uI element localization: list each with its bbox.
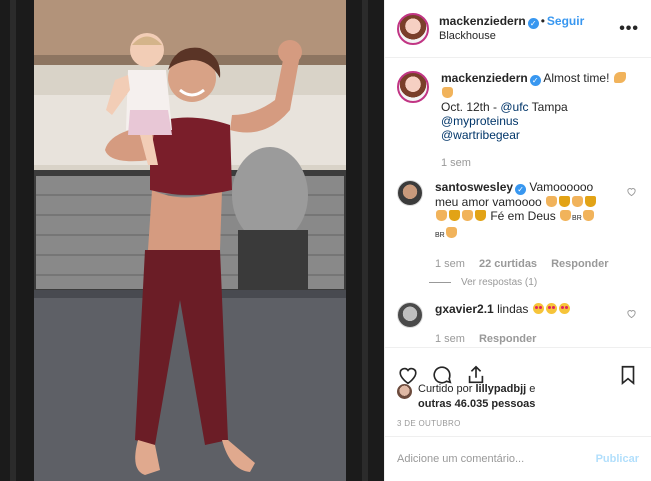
folded-hands-emoji-icon: [546, 196, 558, 207]
comment-text: lindas: [497, 302, 529, 316]
post-side-panel: mackenziedern ✓ • Seguir Blackhouse ••• mac…: [384, 0, 651, 481]
folded-hands-emoji-icon: [560, 210, 572, 221]
comment-time[interactable]: 1 sem: [435, 257, 465, 271]
comment-body: gxavier2.1 lindas 1 sem Responder: [435, 302, 639, 346]
comment-likes-count[interactable]: 22 curtidas: [479, 257, 537, 271]
verified-icon: ✓: [527, 18, 539, 29]
caption-time[interactable]: 1 sem: [441, 156, 471, 170]
comment-username[interactable]: santoswesley: [435, 180, 513, 194]
heart-eyes-emoji-icon: [545, 303, 557, 314]
comment-input[interactable]: [397, 453, 596, 465]
likes-summary: Curtido por lillypadbjj e outras 46.035 …: [397, 382, 639, 412]
replies-divider: [429, 282, 451, 283]
folded-hands-emoji-icon: [445, 227, 457, 238]
comment-text-b: meu amor vamoooo: [435, 195, 542, 209]
liker-username[interactable]: lillypadbjj: [475, 383, 526, 395]
verified-icon: ✓: [515, 184, 527, 195]
caption: mackenziedern ✓ Almost time! Oct. 12th - …: [397, 71, 639, 170]
gym-photo-illustration: [0, 0, 384, 481]
comment-username[interactable]: gxavier2.1: [435, 302, 494, 316]
folded-hands-emoji-icon: [582, 210, 594, 221]
folded-hands-emoji-icon: [442, 87, 453, 98]
folded-hands-emoji-icon: [436, 210, 447, 221]
commenter-avatar[interactable]: [397, 180, 423, 206]
likes-text: Curtido por lillypadbjj e outras 46.035 …: [418, 382, 535, 412]
folded-hands-emoji-icon: [462, 210, 473, 221]
heart-eyes-emoji-icon: [532, 303, 544, 314]
comments-list[interactable]: mackenziedern ✓ Almost time! Oct. 12th - …: [385, 59, 651, 346]
post-date[interactable]: 3 DE OUTUBRO: [397, 419, 461, 428]
likes-mid: e: [526, 383, 536, 395]
reply-button[interactable]: Responder: [551, 257, 608, 271]
comment-meta: 1 sem 22 curtidas Responder: [435, 257, 639, 271]
comment-item: gxavier2.1 lindas 1 sem Responder: [397, 302, 639, 346]
caption-city: Tampa: [528, 100, 568, 114]
publish-button[interactable]: Publicar: [596, 453, 639, 465]
view-replies-button[interactable]: Ver respostas (1): [429, 277, 639, 288]
reply-button[interactable]: Responder: [479, 332, 536, 346]
mention-myproteinus[interactable]: @myproteinus: [441, 114, 519, 128]
mention-ufc[interactable]: @ufc: [500, 100, 528, 114]
verified-icon: ✓: [529, 75, 541, 86]
caption-meta: 1 sem: [441, 156, 639, 170]
heart-eyes-emoji-icon: [558, 303, 570, 314]
post-header: mackenziedern ✓ • Seguir Blackhouse •••: [385, 0, 651, 58]
caption-text: Almost time!: [543, 71, 610, 85]
post-photo[interactable]: [0, 0, 384, 481]
author-info: mackenziedern ✓ • Seguir Blackhouse: [439, 14, 619, 43]
caption-date-text: Oct. 12th -: [441, 100, 501, 114]
others-likes-link[interactable]: outras 46.035 pessoas: [418, 398, 535, 410]
trophy-emoji-icon: [559, 196, 571, 207]
brazil-flag-emoji-icon: BR: [435, 232, 445, 239]
comment-time[interactable]: 1 sem: [435, 332, 465, 346]
follow-button[interactable]: Seguir: [547, 14, 584, 28]
commenter-avatar[interactable]: [397, 302, 423, 328]
mention-wartribegear[interactable]: @wartribegear: [441, 128, 520, 142]
add-comment-bar: Publicar: [385, 436, 651, 481]
comment-heart-icon[interactable]: [626, 186, 637, 197]
comment-meta: 1 sem Responder: [435, 332, 639, 346]
author-username[interactable]: mackenziedern: [439, 14, 526, 28]
caption-body: mackenziedern ✓ Almost time! Oct. 12th - …: [441, 71, 639, 170]
likes-prefix: Curtido por: [418, 383, 476, 395]
liker-avatar[interactable]: [397, 384, 412, 399]
post-location[interactable]: Blackhouse: [439, 29, 619, 43]
trophy-emoji-icon: [475, 210, 486, 221]
trophy-emoji-icon: [585, 196, 597, 207]
trophy-emoji-icon: [449, 210, 460, 221]
brazil-flag-emoji-icon: BR: [572, 215, 582, 222]
instagram-post: mackenziedern ✓ • Seguir Blackhouse ••• mac…: [0, 0, 651, 481]
comment-body: santoswesley ✓ Vamoooooo meu amor vamoooo…: [435, 180, 639, 271]
caption-username[interactable]: mackenziedern: [441, 71, 528, 85]
comment-heart-icon[interactable]: [626, 308, 637, 319]
folded-hands-emoji-icon: [572, 196, 584, 207]
view-replies-label: Ver respostas (1): [461, 277, 538, 288]
comment-item: santoswesley ✓ Vamoooooo meu amor vamoooo…: [397, 180, 639, 271]
caption-avatar[interactable]: [397, 71, 429, 103]
flexed-biceps-emoji-icon: [613, 72, 626, 83]
more-options-icon[interactable]: •••: [619, 20, 639, 38]
comment-text-c: Fé em Deus: [490, 209, 556, 223]
comment-text-a: Vamoooooo: [529, 180, 594, 194]
separator-dot: •: [540, 14, 545, 28]
author-avatar[interactable]: [397, 12, 429, 45]
